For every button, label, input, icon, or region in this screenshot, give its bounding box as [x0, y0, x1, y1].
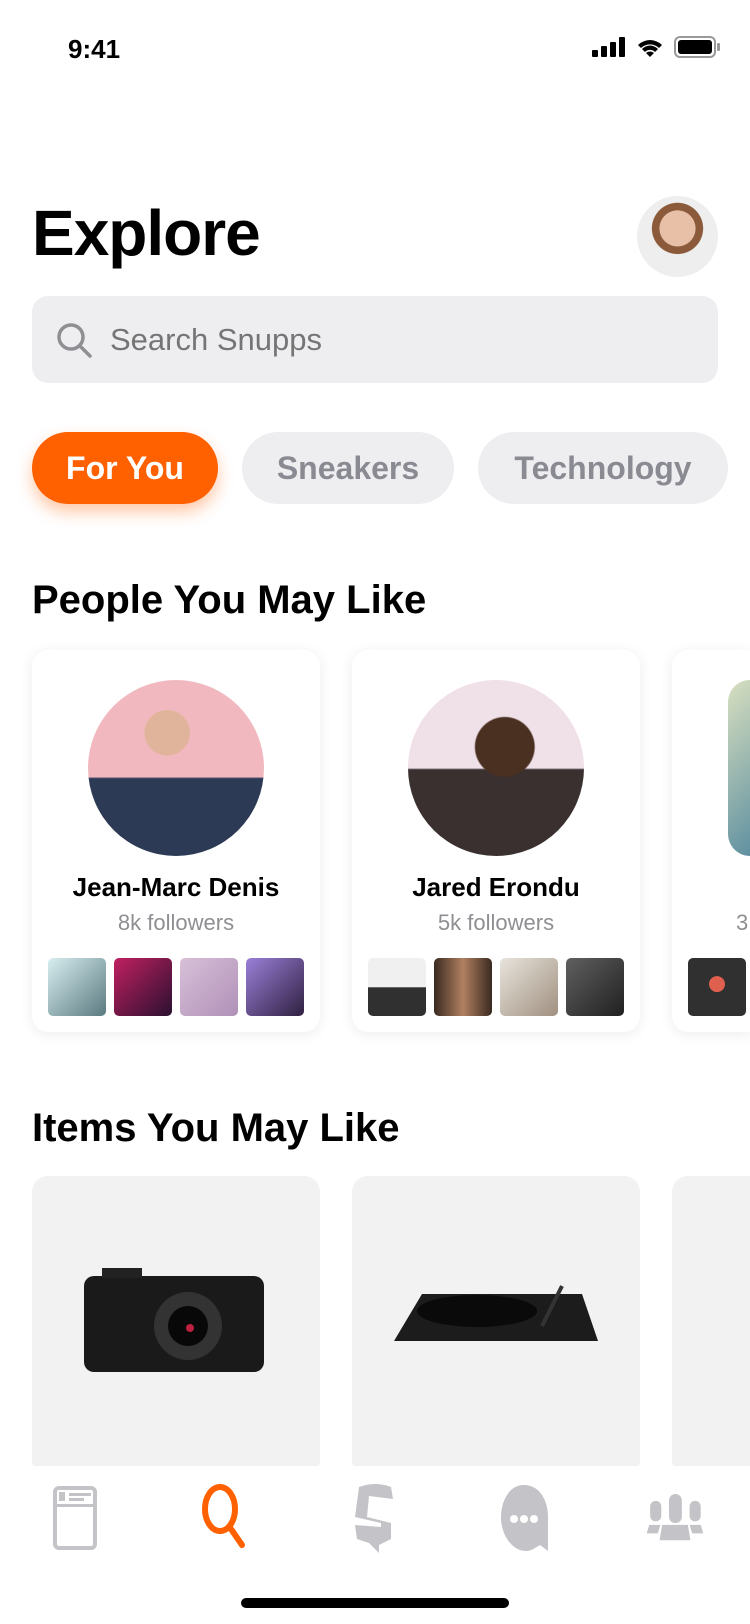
collection-thumb[interactable] — [566, 958, 624, 1016]
person-card[interactable]: Jean-Marc Denis 8k followers — [32, 650, 320, 1032]
chat-icon — [501, 1485, 548, 1551]
person-avatar — [728, 680, 750, 856]
chip-technology[interactable]: Technology — [478, 432, 728, 504]
tab-chat[interactable] — [495, 1485, 555, 1551]
snupps-icon — [355, 1484, 393, 1553]
status-icons — [592, 36, 720, 58]
collection-thumb[interactable] — [688, 958, 746, 1016]
item-card[interactable] — [32, 1176, 320, 1476]
item-card[interactable] — [352, 1176, 640, 1476]
item-card[interactable] — [672, 1176, 750, 1476]
tab-search[interactable] — [195, 1484, 255, 1548]
chip-sneakers[interactable]: Sneakers — [242, 432, 454, 504]
search-icon — [202, 1484, 245, 1548]
person-avatar — [408, 680, 584, 856]
items-section-title: Items You May Like — [32, 1106, 400, 1150]
collection-thumb[interactable] — [114, 958, 172, 1016]
search-input[interactable] — [110, 321, 670, 358]
collection-thumb[interactable] — [246, 958, 304, 1016]
collection-thumb[interactable] — [368, 958, 426, 1016]
person-card[interactable]: Jared Erondu 5k followers — [352, 650, 640, 1032]
signal-icon — [592, 37, 625, 57]
people-section-title: People You May Like — [32, 578, 427, 622]
feed-icon — [53, 1486, 97, 1550]
profile-avatar[interactable] — [637, 196, 718, 277]
tab-people[interactable] — [645, 1488, 705, 1548]
tab-feed[interactable] — [45, 1486, 105, 1550]
collection-thumb[interactable] — [180, 958, 238, 1016]
person-followers: 5k followers — [437, 910, 555, 935]
person-followers: 8k followers — [117, 910, 235, 935]
chip-for-you[interactable]: For You — [32, 432, 218, 504]
turntable-image — [394, 1285, 598, 1341]
search-icon — [57, 322, 92, 358]
collection-thumb[interactable] — [48, 958, 106, 1016]
battery-icon — [674, 36, 720, 58]
page-title: Explore — [32, 197, 261, 269]
person-avatar — [88, 680, 264, 856]
person-followers: 3 — [736, 910, 749, 935]
status-time: 9:41 — [68, 34, 121, 64]
wifi-icon — [638, 40, 662, 57]
search-bar[interactable] — [32, 296, 718, 383]
tab-snupps[interactable] — [345, 1484, 405, 1553]
collection-thumb[interactable] — [500, 958, 558, 1016]
person-card[interactable]: 3 — [672, 650, 750, 1032]
collection-thumb[interactable] — [434, 958, 492, 1016]
person-name: Jean-Marc Denis — [72, 872, 280, 902]
people-icon — [646, 1494, 704, 1541]
person-name: Jared Erondu — [412, 872, 580, 902]
home-indicator[interactable] — [241, 1598, 509, 1608]
camera-image — [84, 1268, 264, 1372]
